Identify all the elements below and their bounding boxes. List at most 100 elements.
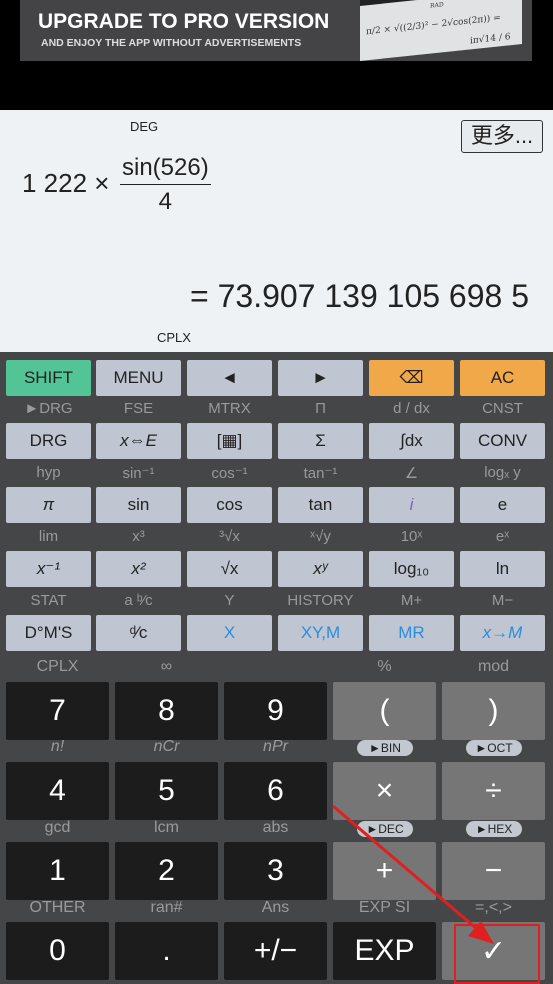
key-x[interactable]: x⁻¹ [6, 551, 91, 587]
key-label: 1 [49, 854, 66, 887]
key-d-m-s[interactable]: D°M'S [6, 615, 91, 651]
key-x[interactable]: x² [96, 551, 181, 587]
key-k0-3[interactable]: ► [278, 360, 363, 396]
key-label: +/− [253, 934, 298, 967]
key-exp[interactable]: EXP [333, 922, 436, 980]
key-k3-2[interactable]: +/− [224, 922, 327, 980]
ad-image-result: iπ√14 / 6 [470, 32, 511, 47]
key-0[interactable]: 0 [6, 922, 109, 980]
key-alt-label: ∞ [160, 658, 173, 675]
key-label: x→M [482, 623, 523, 642]
key-2[interactable]: 2 [115, 842, 218, 900]
key-c[interactable]: ᵈ⁄c [96, 615, 181, 651]
key-label: CONV [477, 431, 528, 450]
key-log[interactable]: log₁₀ [369, 551, 454, 587]
key-label: 6 [267, 774, 284, 807]
key-conv[interactable]: CONV [460, 423, 545, 459]
key-k0-4[interactable]: ⌫ [369, 360, 454, 396]
key-label: 8 [158, 694, 175, 727]
key-i[interactable]: i [369, 487, 454, 523]
key-k2-3[interactable]: + [333, 842, 436, 900]
ad-subtitle: AND ENJOY THE APP WITHOUT ADVERTISEMENTS [41, 37, 302, 49]
key-alt-label: Ans [261, 899, 290, 916]
key-label: ÷ [485, 774, 502, 807]
key-k3-4[interactable]: ✓ [442, 922, 545, 980]
key-xy-m[interactable]: XY,M [278, 615, 363, 651]
key-tan[interactable]: tan [278, 487, 363, 523]
keypad: SHIFT MENU ◄ ► ⌫ AC ►DRG FSE MTRX Πd / dx CNST DRG x… [0, 352, 553, 984]
key-alt-label: gcd [44, 819, 71, 836]
key-alt-label: ∠ [404, 465, 419, 482]
key-dx[interactable]: ∫dx [369, 423, 454, 459]
key-k2-0[interactable]: π [6, 487, 91, 523]
fraction-numerator: sin(526) [120, 154, 211, 185]
key-8[interactable]: 8 [115, 682, 218, 740]
key-k0-2[interactable]: ◄ [187, 360, 272, 396]
key-alt-label: CPLX [36, 658, 79, 675]
key-3[interactable]: 3 [224, 842, 327, 900]
key-mr[interactable]: MR [369, 615, 454, 651]
key-menu[interactable]: MENU [96, 360, 181, 396]
expression-fraction: sin(526) 4 [120, 154, 211, 216]
key-alt-label: mod [477, 658, 510, 675]
checkmark-icon: ✓ [480, 934, 507, 968]
key-1[interactable]: 1 [6, 842, 109, 900]
ad-title: UPGRADE TO PRO VERSION [38, 10, 330, 33]
key-label: xʸ [313, 559, 328, 578]
key-label: ln [495, 559, 510, 578]
key-k0-4[interactable]: ) [442, 682, 545, 740]
key-label: x⇔E [120, 431, 157, 450]
key-7[interactable]: 7 [6, 682, 109, 740]
key-x[interactable]: xʸ [278, 551, 363, 587]
key-k2-4[interactable]: − [442, 842, 545, 900]
key-alt-label: cos⁻¹ [211, 465, 248, 482]
key-6[interactable]: 6 [224, 762, 327, 820]
key-k1-3[interactable]: × [333, 762, 436, 820]
key-label: × [375, 774, 394, 807]
key-cos[interactable]: cos [187, 487, 272, 523]
key-sin[interactable]: sin [96, 487, 181, 523]
key-x-e[interactable]: x⇔E [96, 423, 181, 459]
key-4[interactable]: 4 [6, 762, 109, 820]
key-shift[interactable]: SHIFT [6, 360, 91, 396]
key-alt-label: abs [262, 819, 289, 836]
key-alt-label: a ᵇ⁄c [124, 592, 153, 609]
key-alt-label: logₓ y [484, 464, 521, 481]
key-k1-3[interactable]: Σ [278, 423, 363, 459]
key-x-m[interactable]: x→M [460, 615, 545, 651]
key-k0-3[interactable]: ( [333, 682, 436, 740]
key-label: 4 [49, 774, 66, 807]
key-label: ► [312, 368, 329, 387]
key-label: 9 [267, 694, 284, 727]
key-label: ) [488, 694, 499, 727]
key-alt-label: STAT [30, 592, 67, 609]
key-alt-label: M− [491, 592, 514, 609]
key-alt-label: Y [224, 592, 235, 609]
key-drg[interactable]: DRG [6, 423, 91, 459]
ad-image-formula: π/2 × √((2/3)² − 2√cos(2π)) = [366, 13, 501, 38]
key-5[interactable]: 5 [115, 762, 218, 820]
key-k1-2[interactable]: [▦] [187, 423, 272, 459]
key-alt-label: nCr [153, 738, 180, 755]
key-alt-label: EXP SI [358, 899, 411, 916]
key-label: AC [490, 368, 515, 387]
key-alt-label: x³ [132, 528, 145, 545]
more-button[interactable]: 更多... [461, 120, 543, 153]
key-k1-4[interactable]: ÷ [442, 762, 545, 820]
key-k3-1[interactable]: . [115, 922, 218, 980]
key-alt-label: eˣ [495, 528, 510, 545]
key-x[interactable]: X [187, 615, 272, 651]
key-e[interactable]: e [460, 487, 545, 523]
key-label: MENU [113, 368, 164, 387]
key-alt-label: ran# [150, 899, 183, 916]
calculator-display: DEG 更多... 1 222 × sin(526) 4 = 73.907 13… [0, 110, 553, 352]
upgrade-ad-banner[interactable]: UPGRADE TO PRO VERSION AND ENJOY THE APP… [20, 0, 532, 61]
key-9[interactable]: 9 [224, 682, 327, 740]
key-alt-label: hyp [36, 464, 61, 481]
key-ac[interactable]: AC [460, 360, 545, 396]
key-alt-label: tan⁻¹ [303, 465, 338, 482]
key-alt-label: sin⁻¹ [122, 465, 155, 482]
complex-mode-indicator: CPLX [157, 330, 191, 345]
key-x[interactable]: √x [187, 551, 272, 587]
key-ln[interactable]: ln [460, 551, 545, 587]
